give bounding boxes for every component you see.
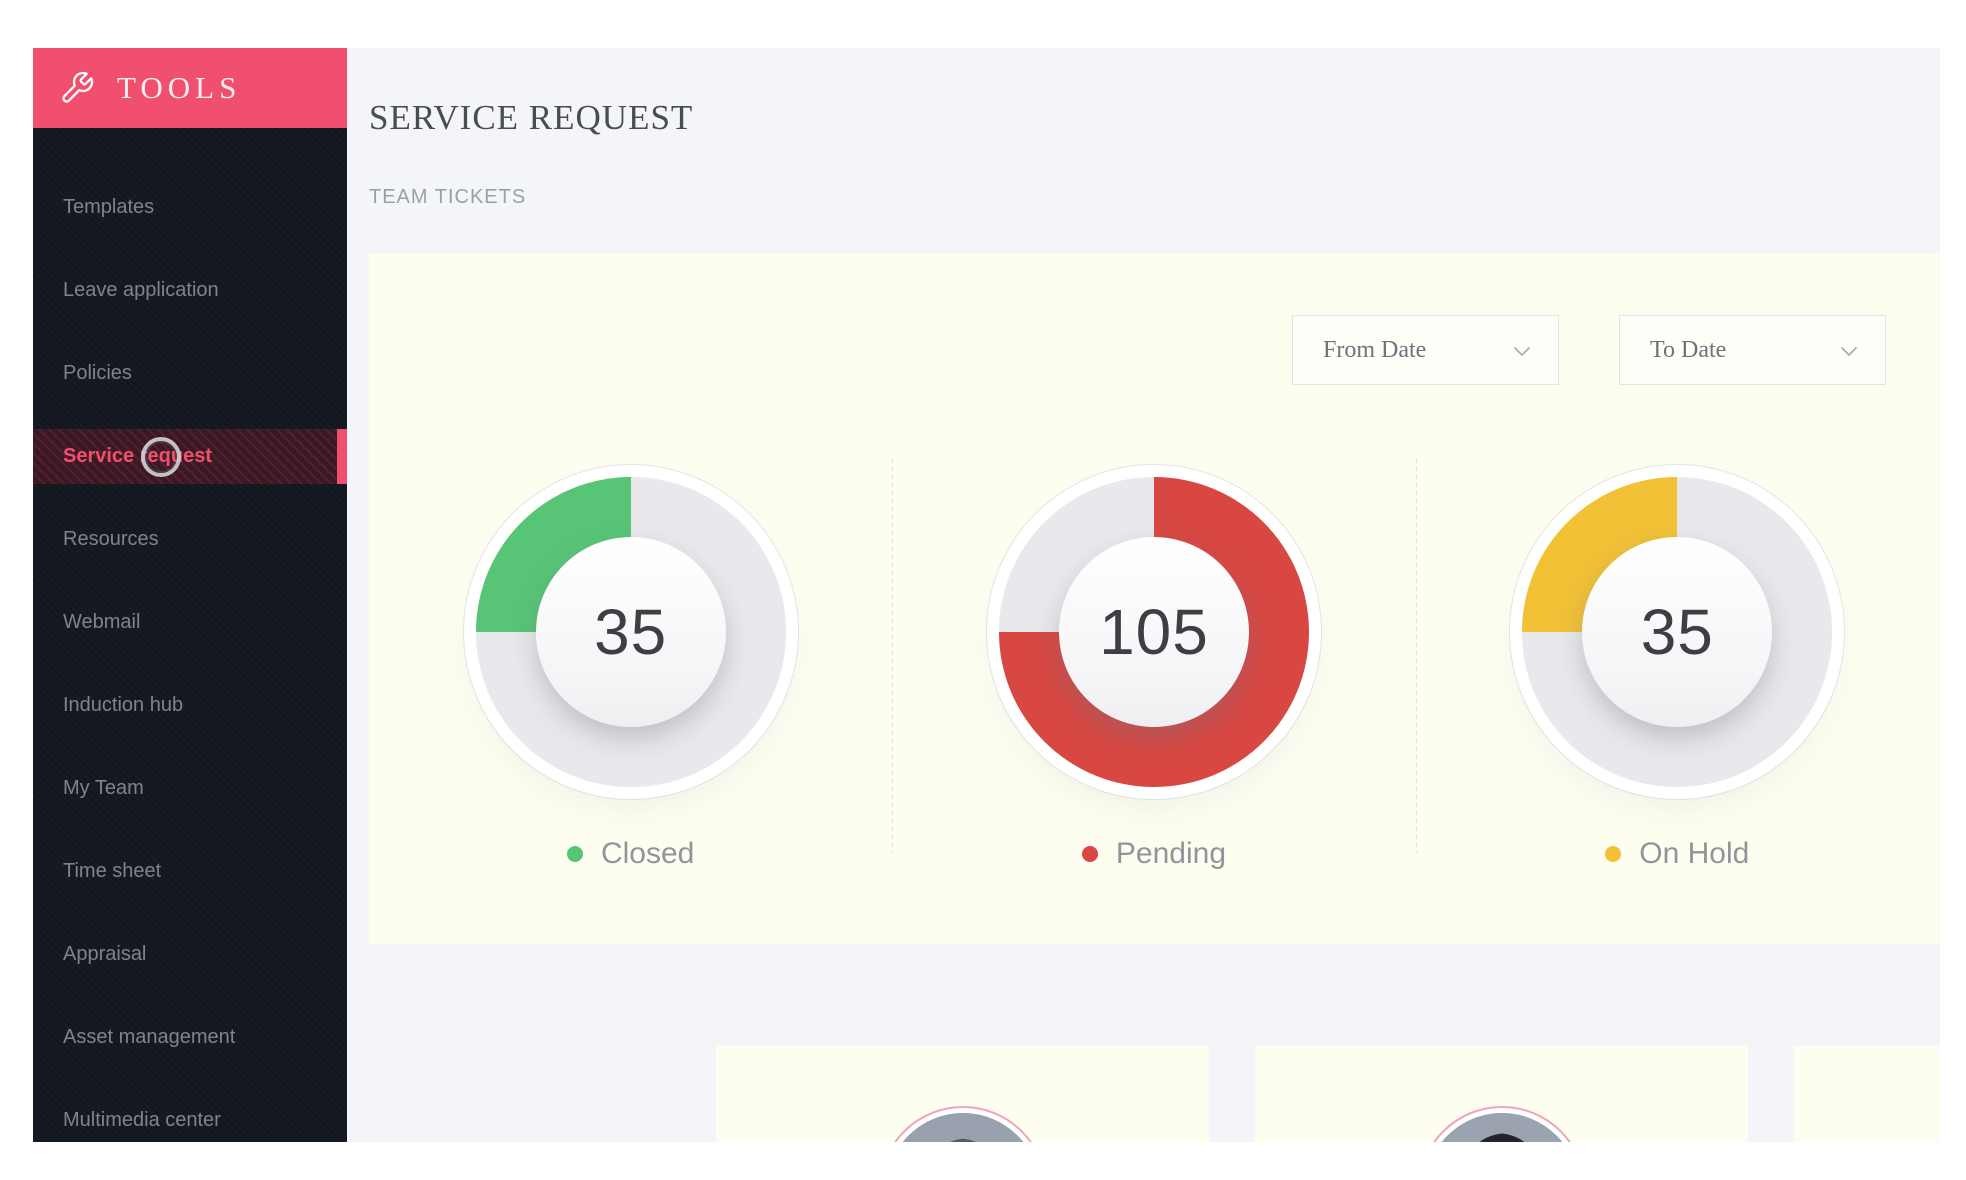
red-dot-icon <box>1082 846 1098 862</box>
sidebar-item-label: Resources <box>63 528 159 551</box>
sidebar-item-multimedia-center[interactable]: Multimedia center <box>33 1079 347 1142</box>
sidebar-item-service-request[interactable]: Service request <box>33 415 347 498</box>
sidebar-item-appraisal[interactable]: Appraisal <box>33 913 347 996</box>
sidebar-item-label: Templates <box>63 196 154 219</box>
sidebar-item-leave-application[interactable]: Leave application <box>33 249 347 332</box>
closed-legend: Closed <box>567 837 694 871</box>
on-hold-legend: On Hold <box>1605 837 1749 871</box>
legend-label: Closed <box>601 837 694 871</box>
sidebar-item-label: Time sheet <box>63 860 161 883</box>
sidebar-item-label: Asset management <box>63 1026 235 1049</box>
pending-count: 105 <box>1099 595 1209 669</box>
sidebar-item-templates[interactable]: Templates <box>33 166 347 249</box>
team-cards-row <box>716 1046 1940 1142</box>
closed-donut-chart: 35 <box>476 477 786 787</box>
green-dot-icon <box>567 846 583 862</box>
donut-row: 35 Closed 105 <box>369 253 1939 944</box>
main-content: SERVICE REQUEST TEAM TICKETS From Date T… <box>347 48 1940 1142</box>
donut-closed: 35 Closed <box>369 253 892 944</box>
sidebar-item-time-sheet[interactable]: Time sheet <box>33 830 347 913</box>
avatar-photo-man-gray-hair <box>886 1113 1040 1142</box>
team-tickets-panel: From Date To Date <box>369 253 1939 944</box>
vertical-divider <box>892 459 893 853</box>
sidebar-menu: Templates Leave application Policies Ser… <box>33 128 347 1142</box>
team-member-card[interactable] <box>1255 1046 1748 1142</box>
on-hold-count: 35 <box>1641 595 1714 669</box>
avatar-photo-man-dark-hair <box>1425 1113 1579 1142</box>
legend-label: Pending <box>1116 837 1226 871</box>
team-member-card[interactable] <box>1794 1046 1940 1142</box>
vertical-divider <box>1416 459 1417 853</box>
pending-donut-chart: 105 <box>999 477 1309 787</box>
donut-center: 35 <box>536 537 726 727</box>
legend-label: On Hold <box>1639 837 1749 871</box>
sidebar-item-policies[interactable]: Policies <box>33 332 347 415</box>
sidebar-title: TOOLS <box>117 70 241 106</box>
donut-on-hold: 35 On Hold <box>1416 253 1939 944</box>
sidebar-item-label: Induction hub <box>63 694 183 717</box>
sidebar-item-asset-management[interactable]: Asset management <box>33 996 347 1079</box>
app-window: TOOLS Templates Leave application Polici… <box>33 48 1940 1142</box>
team-member-card[interactable] <box>716 1046 1209 1142</box>
section-subtitle: TEAM TICKETS <box>369 186 1940 209</box>
page-title: SERVICE REQUEST <box>369 98 1940 138</box>
sidebar-item-webmail[interactable]: Webmail <box>33 581 347 664</box>
sidebar-item-label: Appraisal <box>63 943 146 966</box>
closed-count: 35 <box>594 595 667 669</box>
on-hold-donut-chart: 35 <box>1522 477 1832 787</box>
sidebar-item-label: Multimedia center <box>63 1109 221 1132</box>
pending-legend: Pending <box>1082 837 1226 871</box>
page: TOOLS Templates Leave application Polici… <box>0 0 1966 1180</box>
click-indicator <box>141 437 181 477</box>
sidebar-header: TOOLS <box>33 48 347 128</box>
wrench-icon <box>59 70 95 106</box>
sidebar-item-label: My Team <box>63 777 144 800</box>
sidebar-item-my-team[interactable]: My Team <box>33 747 347 830</box>
donut-center: 35 <box>1582 537 1772 727</box>
sidebar-item-label: Leave application <box>63 279 219 302</box>
sidebar-item-resources[interactable]: Resources <box>33 498 347 581</box>
donut-pending: 105 Pending <box>892 253 1415 944</box>
avatar <box>1418 1106 1586 1142</box>
avatar <box>879 1106 1047 1142</box>
sidebar-item-label: Webmail <box>63 611 140 634</box>
donut-center: 105 <box>1059 537 1249 727</box>
sidebar-item-label: Policies <box>63 362 132 385</box>
sidebar-item-induction-hub[interactable]: Induction hub <box>33 664 347 747</box>
yellow-dot-icon <box>1605 846 1621 862</box>
sidebar-item-label: Service request <box>63 445 212 468</box>
sidebar: TOOLS Templates Leave application Polici… <box>33 48 347 1142</box>
